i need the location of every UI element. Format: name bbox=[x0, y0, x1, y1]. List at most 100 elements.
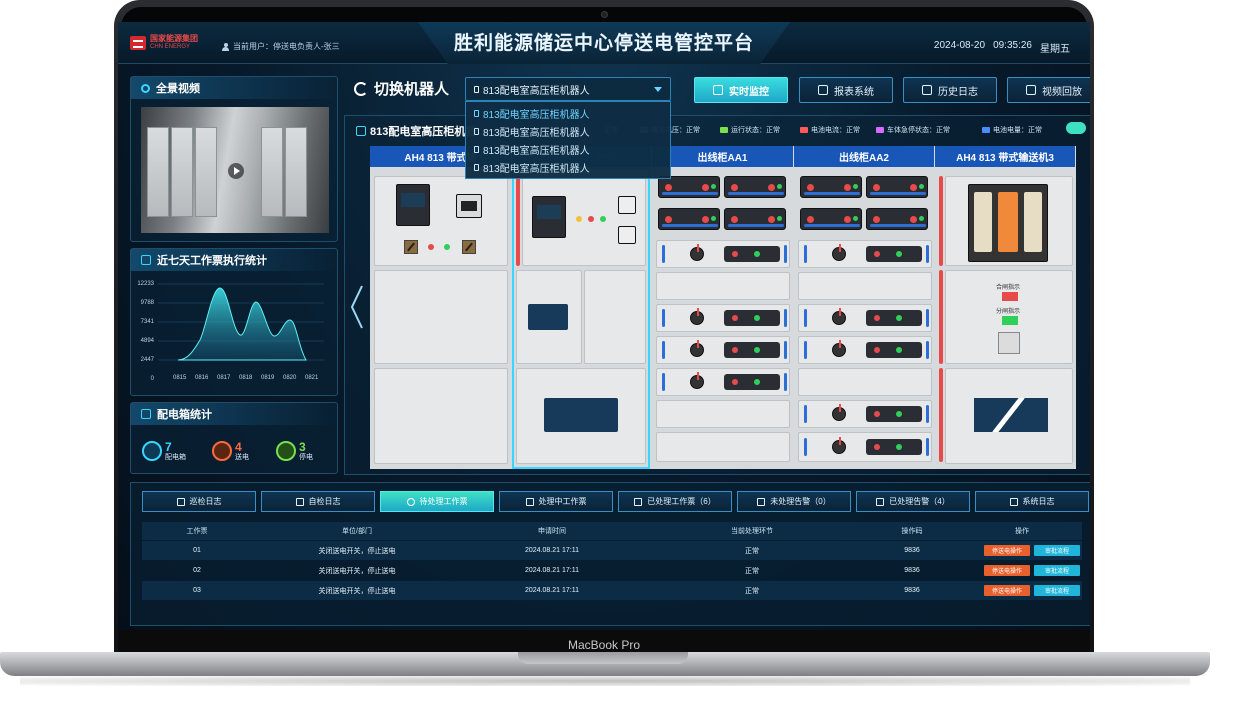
nav-report-system[interactable]: 报表系统 bbox=[799, 77, 893, 103]
aa2-switch[interactable] bbox=[866, 342, 922, 358]
approval-flow-button[interactable]: 审批流程 bbox=[1034, 565, 1080, 576]
status-running-text: 运行状态：正常 bbox=[731, 127, 780, 134]
aa1-switch[interactable] bbox=[724, 246, 780, 262]
stat-power-off: 3 停电 bbox=[276, 440, 313, 462]
cabinet-header-5: AH4 813 带式输送机3 bbox=[935, 146, 1076, 167]
distribution-box-icon bbox=[142, 441, 162, 461]
selector-knob[interactable] bbox=[404, 240, 418, 254]
cell-department: 关闭送电开关，停止送电 bbox=[318, 587, 396, 595]
robot-option-label: 813配电室高压柜机器人 bbox=[483, 127, 590, 139]
aa2-dial[interactable] bbox=[832, 340, 846, 357]
tab-self-check-log[interactable]: 自检日志 bbox=[261, 491, 375, 512]
aa2-indicator bbox=[804, 309, 807, 327]
tab-inspection-log-label: 巡检日志 bbox=[189, 497, 222, 506]
chevron-left-icon[interactable] bbox=[350, 284, 364, 330]
breaker-module[interactable] bbox=[800, 176, 862, 198]
selector-knob[interactable] bbox=[462, 240, 476, 254]
aa1-switch[interactable] bbox=[724, 342, 780, 358]
tab-system-log[interactable]: 系统日志 bbox=[975, 491, 1089, 512]
panoramic-video[interactable] bbox=[141, 107, 329, 233]
cabinet-header-4: 出线柜AA2 bbox=[794, 146, 935, 167]
aa1-dial[interactable] bbox=[690, 308, 704, 325]
tab-processing-tickets[interactable]: 处理中工作票 bbox=[499, 491, 613, 512]
breaker-module[interactable] bbox=[724, 176, 786, 198]
cabinet-5-screen bbox=[998, 192, 1018, 252]
play-icon[interactable] bbox=[228, 163, 244, 179]
switch-icon bbox=[618, 226, 636, 244]
robot-select[interactable]: 813配电室高压柜机器人 bbox=[465, 77, 671, 101]
video-panel: 全景视频 bbox=[130, 76, 338, 242]
aa1-row-6[interactable] bbox=[656, 400, 790, 428]
nav-video-playback[interactable]: 视频回放 bbox=[1007, 77, 1090, 103]
chevron-down-icon bbox=[654, 87, 662, 92]
aa1-dial[interactable] bbox=[690, 372, 704, 389]
breaker-module[interactable] bbox=[866, 208, 928, 230]
cell-apply-time: 2024.08.21 17:11 bbox=[525, 567, 579, 574]
power-operation-button[interactable]: 停送电操作 bbox=[984, 585, 1030, 596]
clock: 2024-08-20 09:35:26 星期五 bbox=[934, 40, 1070, 55]
robot-option[interactable]: 813配电室高压柜机器人 bbox=[466, 104, 670, 122]
breaker-module[interactable] bbox=[658, 176, 720, 198]
laptop-shadow bbox=[20, 676, 1190, 686]
robot-icon bbox=[356, 126, 366, 136]
switch-robot: 切换机器人 bbox=[354, 78, 449, 99]
aa2-dial[interactable] bbox=[832, 437, 846, 454]
breaker-module[interactable] bbox=[866, 176, 928, 198]
power-operation-button[interactable]: 停送电操作 bbox=[984, 565, 1030, 576]
cabinet-1-mid[interactable] bbox=[374, 270, 508, 364]
aa2-row-5[interactable] bbox=[798, 368, 932, 396]
power-operation-button[interactable]: 停送电操作 bbox=[984, 545, 1030, 556]
robot-option[interactable]: 813配电室高压柜机器人 bbox=[466, 140, 670, 158]
tab-pending-tickets[interactable]: 待处理工作票 bbox=[380, 491, 494, 512]
aa1-row-2[interactable] bbox=[656, 272, 790, 300]
breaker-module[interactable] bbox=[658, 208, 720, 230]
breaker-module[interactable] bbox=[800, 208, 862, 230]
nav-realtime-monitor[interactable]: 实时监控 bbox=[694, 77, 788, 103]
table-row: 03 关闭送电开关，停止送电 2024.08.21 17:11 正常 9836 … bbox=[142, 581, 1082, 600]
cabinet-2-door-right[interactable] bbox=[584, 270, 646, 364]
approval-flow-button[interactable]: 审批流程 bbox=[1034, 585, 1080, 596]
aa2-dial[interactable] bbox=[832, 308, 846, 325]
robot-option[interactable]: 813配电室高压柜机器人 bbox=[466, 158, 670, 176]
cabinet-panel-title: 813配电室高压柜机器 bbox=[356, 123, 476, 139]
cabinet-5-alarm-bar bbox=[939, 368, 943, 462]
emergency-stop-icon bbox=[876, 127, 884, 133]
cabinet-1-bottom[interactable] bbox=[374, 368, 508, 464]
y-tick: 12233 bbox=[137, 281, 154, 287]
aa2-dial[interactable] bbox=[832, 404, 846, 421]
aa1-switch[interactable] bbox=[724, 310, 780, 326]
indicator-red bbox=[588, 216, 594, 222]
tab-processed-tickets[interactable]: 已处理工作票（6） bbox=[618, 491, 732, 512]
aa2-switch[interactable] bbox=[866, 406, 922, 422]
robot-option[interactable]: 813配电室高压柜机器人 bbox=[466, 122, 670, 140]
aa1-switch[interactable] bbox=[724, 374, 780, 390]
aa1-dial[interactable] bbox=[690, 244, 704, 261]
indicator-green bbox=[600, 216, 606, 222]
tab-inspection-log[interactable]: 巡检日志 bbox=[142, 491, 256, 512]
tab-handled-alarms[interactable]: 已处理告警（4） bbox=[856, 491, 970, 512]
switch-robot-label: 切换机器人 bbox=[374, 81, 450, 98]
aa2-dial[interactable] bbox=[832, 244, 846, 261]
breaker-module[interactable] bbox=[724, 208, 786, 230]
nav-history-log[interactable]: 历史日志 bbox=[903, 77, 997, 103]
tab-unhandled-alarms[interactable]: 未处理告警（0） bbox=[737, 491, 851, 512]
ticket-stats-title: 近七天工作票执行统计 bbox=[157, 255, 267, 267]
aa1-dial[interactable] bbox=[690, 340, 704, 357]
x-tick: 0821 bbox=[305, 375, 319, 381]
aa2-row-2[interactable] bbox=[798, 272, 932, 300]
approval-flow-button[interactable]: 审批流程 bbox=[1034, 545, 1080, 556]
stat-boxes-label: 配电箱 bbox=[165, 454, 186, 461]
ticket-table-header: 工作票 单位/部门 申请时间 当前处理环节 操作码 操作 bbox=[142, 522, 1082, 540]
aa2-switch[interactable] bbox=[866, 439, 922, 455]
tab-processed-tickets-label: 已处理工作票（6） bbox=[647, 497, 716, 506]
reset-button[interactable] bbox=[998, 332, 1020, 354]
status-toggle[interactable] bbox=[1066, 122, 1086, 134]
display-unit bbox=[456, 194, 482, 218]
aa1-row-7[interactable] bbox=[656, 432, 790, 462]
cabinet-1-top[interactable] bbox=[374, 176, 508, 266]
aa2-switch[interactable] bbox=[866, 246, 922, 262]
gauge-icon bbox=[618, 196, 636, 214]
cabinet-5-screen bbox=[974, 192, 992, 252]
aa1-indicator bbox=[662, 309, 665, 327]
aa2-switch[interactable] bbox=[866, 310, 922, 326]
